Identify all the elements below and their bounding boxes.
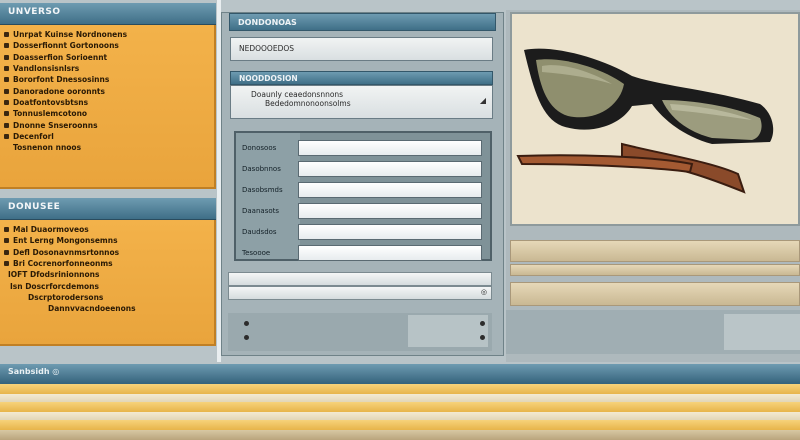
list-item[interactable]: Tonnuslemcotono <box>4 108 210 119</box>
text-input[interactable] <box>298 160 482 177</box>
list-item[interactable]: Mal Duaormoveos <box>4 224 210 235</box>
bullet-icon <box>4 99 9 105</box>
section-header: NOODDOSION <box>230 71 493 85</box>
list-item[interactable]: Doasserfion Sorioennt <box>4 52 210 63</box>
bullet-icon <box>4 238 9 244</box>
form-row: Daanasots <box>236 200 482 221</box>
list-item[interactable]: Tosnenon nnoos <box>4 142 210 153</box>
status-dot <box>480 321 485 326</box>
form-row: Dasobsmds <box>236 179 482 200</box>
form-row: Daudsdos <box>236 221 482 242</box>
status-strip <box>228 313 492 351</box>
text-input[interactable] <box>298 139 482 156</box>
list-item[interactable]: Vandlonsisnlsrs <box>4 63 210 74</box>
text-input[interactable] <box>298 244 482 261</box>
list-item[interactable]: Doatfontovsbtsns <box>4 97 210 108</box>
bottom-stripe <box>0 402 800 412</box>
list-item[interactable]: Decenforl <box>4 131 210 142</box>
top-left-panel-title: UNVERSO <box>0 3 216 25</box>
bottom-left-panel: DONUSEE Mal Duaormoveos Ent Lerng Mongon… <box>0 198 216 346</box>
bottom-stripe <box>0 394 800 402</box>
bullet-icon <box>4 43 9 49</box>
list-item[interactable]: Bri Cocrenorfonneonms <box>4 258 210 269</box>
right-lower-bar <box>724 314 800 350</box>
bullet-icon <box>4 111 9 117</box>
list-item[interactable]: Dosserfionnt Gortonoons <box>4 40 210 51</box>
list-item[interactable]: Defl Dosonavnmsrtonnos <box>4 247 210 258</box>
status-dot <box>244 321 249 326</box>
lower-bar-1[interactable] <box>228 272 492 286</box>
bullet-icon <box>4 122 9 128</box>
middle-panel: DONDONOAS NEDOOOEDOS NOODDOSION Doaunly … <box>221 12 504 356</box>
list-item[interactable]: Bororfont Dnessosinns <box>4 74 210 85</box>
form-row: Tesoooe <box>236 242 482 263</box>
list-item[interactable]: Ent Lerng Mongonsemns <box>4 235 210 246</box>
list-item[interactable]: Dscrptorodersons <box>4 292 210 303</box>
bullet-icon <box>4 77 9 83</box>
form-label: Daudsdos <box>242 227 277 236</box>
bullet-icon <box>4 249 9 255</box>
description-dropdown[interactable]: Doaunly ceaedonsnnons Bededomnonoonsolms… <box>230 85 493 119</box>
list-item[interactable]: Dannvvacndoeenons <box>4 303 210 314</box>
bullet-icon <box>4 88 9 94</box>
right-panel <box>506 10 800 362</box>
bottom-left-list: Mal Duaormoveos Ent Lerng Mongonsemns De… <box>0 220 216 346</box>
form-panel: Donosoos Dasobnnos Dasobsmds Daanasots D… <box>234 131 492 261</box>
status-dot <box>480 335 485 340</box>
bullet-icon <box>4 32 9 38</box>
text-input[interactable] <box>298 202 482 219</box>
lower-bar-2[interactable]: ◎ <box>228 286 492 300</box>
form-label: Donosoos <box>242 143 277 152</box>
bottom-stripe <box>0 420 800 430</box>
product-image-area <box>510 12 800 226</box>
dropdown-line-2: Bededomnonoonsolms <box>265 99 351 108</box>
right-stripe-3 <box>510 282 800 306</box>
top-field[interactable]: NEDOOOEDOS <box>230 37 493 61</box>
middle-header: DONDONOAS <box>229 13 496 31</box>
list-item[interactable]: Unrpat Kuinse Nordnonens <box>4 29 210 40</box>
bullet-icon <box>4 227 9 233</box>
list-item[interactable]: IOFT Dfodsrinionnons <box>4 269 210 280</box>
text-input[interactable] <box>298 223 482 240</box>
bullet-icon <box>4 54 9 60</box>
bottom-left-panel-title: DONUSEE <box>0 198 216 220</box>
form-label: Daanasots <box>242 206 280 215</box>
footer-glyph-icon: ◎ <box>480 288 487 296</box>
right-stripe-1 <box>510 240 800 262</box>
bullet-icon <box>4 261 9 267</box>
form-row: Donosoos <box>236 137 482 158</box>
dropdown-line-1: Doaunly ceaedonsnnons <box>251 90 344 99</box>
list-item[interactable]: Danoradone ooronnts <box>4 85 210 96</box>
form-label: Dasobnnos <box>242 164 281 173</box>
form-row: Dasobnnos <box>236 158 482 179</box>
bottom-stripe <box>0 384 800 394</box>
status-dot <box>244 335 249 340</box>
bottom-stripe <box>0 430 800 440</box>
list-item[interactable]: Isn Doscrforcdemons <box>4 280 210 291</box>
top-left-list: Unrpat Kuinse Nordnonens Dosserfionnt Go… <box>0 25 216 189</box>
form-label: Dasobsmds <box>242 185 283 194</box>
top-left-panel: UNVERSO Unrpat Kuinse Nordnonens Dosserf… <box>0 3 216 189</box>
chevron-down-icon[interactable]: ◢ <box>480 96 486 105</box>
bullet-icon <box>4 66 9 72</box>
status-block <box>408 315 488 347</box>
bottom-stripe <box>0 412 800 420</box>
right-stripe-2 <box>510 264 800 276</box>
bullet-icon <box>4 133 9 139</box>
bottom-toolbar[interactable]: Sanbsidh ◎ <box>0 364 800 384</box>
sunglasses-image <box>516 48 774 194</box>
right-lower-block <box>506 310 800 354</box>
list-item[interactable]: Dnonne Snseroonns <box>4 119 210 130</box>
form-label: Tesoooe <box>242 248 271 257</box>
text-input[interactable] <box>298 181 482 198</box>
